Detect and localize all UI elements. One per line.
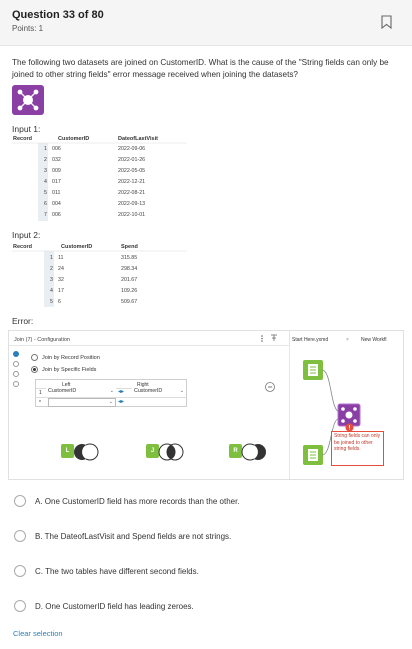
input1-cell: 2022-10-01 <box>118 212 146 218</box>
option-specific-fields: Join by Specific Fields <box>42 367 97 373</box>
radio-specific-fields[interactable] <box>31 366 38 373</box>
question-header: Question 33 of 80 Points: 1 <box>0 0 412 46</box>
join-fields-grid: Left Right 1 * CustomerID ⌄ ◂▸ CustomerID… <box>35 379 187 407</box>
error-note: String fields can only be joined to othe… <box>331 431 384 466</box>
row2-number: * <box>39 400 41 406</box>
data-icon[interactable] <box>13 371 19 377</box>
chevron-down-icon: ⌄ <box>109 388 114 394</box>
input1-table: Record CustomerID DateofLastVisit 1 006 … <box>12 135 187 228</box>
config-icon[interactable] <box>13 351 19 357</box>
radio-record-position[interactable] <box>31 354 38 361</box>
input1-cell: 006 <box>52 146 61 152</box>
tab-new-workflow[interactable]: New Workfl <box>361 337 386 343</box>
config-title: Join (7) - Configuration <box>14 337 70 343</box>
error-label: Error: <box>12 316 34 326</box>
input2-cell: 17 <box>58 288 64 294</box>
input1-cell: 017 <box>52 179 61 185</box>
right-output-tool[interactable]: R <box>229 442 269 462</box>
input2-header-customerid: CustomerID <box>61 244 93 250</box>
input1-cell: 2022-09-13 <box>118 201 146 207</box>
input1-header-customerid: CustomerID <box>58 136 90 142</box>
radio-d[interactable] <box>14 600 26 612</box>
left-field-value: CustomerID <box>48 388 77 394</box>
link-arrows-icon: ◂▸ <box>118 389 125 395</box>
answer-text-d: D. One CustomerID field has leading zero… <box>35 602 194 611</box>
radio-c[interactable] <box>14 565 26 577</box>
input2-cell: 201.67 <box>121 277 138 283</box>
right-field-select[interactable]: CustomerID ⌄ <box>132 388 186 397</box>
divider <box>9 345 289 346</box>
question-text: The following two datasets are joined on… <box>12 58 389 79</box>
input1-header-datelastvisit: DateofLastVisit <box>118 136 158 142</box>
input2-rownum: 2 <box>50 266 53 272</box>
bookmark-icon[interactable] <box>381 15 392 29</box>
right-field-value: CustomerID <box>134 388 163 394</box>
inner-venn-icon <box>158 443 184 461</box>
input2-label: Input 2: <box>12 230 41 240</box>
answer-text-a: A. One CustomerID field has more records… <box>35 497 240 506</box>
input2-rownum: 4 <box>50 288 53 294</box>
input1-rownum: 1 <box>44 146 47 152</box>
input1-cell: 2022-01-26 <box>118 157 146 163</box>
row1-number: 1 <box>39 390 42 396</box>
input1-header-record: Record <box>13 136 32 142</box>
input2-table: Record CustomerID Spend 1 11 315.85 2 24… <box>12 242 187 312</box>
question-points: Points: 1 <box>12 24 44 33</box>
input2-cell: 109.26 <box>121 288 138 294</box>
radio-b[interactable] <box>14 530 26 542</box>
input1-cell: 009 <box>52 168 61 174</box>
option-record-position: Join by Record Position <box>42 355 100 361</box>
input1-cell: 2022-09-06 <box>118 146 146 152</box>
input2-rownum: 5 <box>50 299 53 305</box>
input1-rownum: 5 <box>44 190 47 196</box>
toggle-options-icon[interactable] <box>264 381 276 393</box>
input1-rownum: 4 <box>44 179 47 185</box>
answer-text-c: C. The two tables have different second … <box>35 567 199 576</box>
input1-rownum: 6 <box>44 201 47 207</box>
input1-rownum: 3 <box>44 168 47 174</box>
input1-cell: 2022-12-21 <box>118 179 146 185</box>
radio-a[interactable] <box>14 495 26 507</box>
tab-start-here[interactable]: Start Here.yxmd <box>292 337 328 343</box>
join-output-tool[interactable]: J <box>146 442 186 462</box>
input1-rownum: 7 <box>44 212 47 218</box>
help-icon[interactable] <box>13 381 19 387</box>
chevron-down-icon: ⌄ <box>108 399 113 405</box>
panel-menu-icon[interactable] <box>259 334 281 342</box>
input2-header-record: Record <box>13 244 32 250</box>
input2-rownum: 1 <box>50 255 53 261</box>
input2-cell: 315.85 <box>121 255 138 261</box>
annotation-icon[interactable] <box>13 361 19 367</box>
clear-selection-link[interactable]: Clear selection <box>13 629 63 638</box>
close-tab-icon[interactable]: × <box>346 337 349 343</box>
left-output-tool[interactable]: L <box>61 442 101 462</box>
input2-cell: 24 <box>58 266 64 272</box>
input1-rownum: 2 <box>44 157 47 163</box>
input1-cell: 032 <box>52 157 61 163</box>
chevron-down-icon: ⌄ <box>179 388 184 394</box>
question-title: Question 33 of 80 <box>12 9 104 21</box>
input1-cell: 006 <box>52 212 61 218</box>
panel-divider <box>289 331 290 479</box>
input1-cell: 2022-05-05 <box>118 168 146 174</box>
input1-cell: 011 <box>52 190 61 196</box>
input2-cell: 11 <box>58 255 64 261</box>
input2-header-spend: Spend <box>121 244 138 250</box>
join-tool-icon <box>12 85 44 115</box>
input2-cell: 32 <box>58 277 64 283</box>
left-field-select[interactable]: CustomerID ⌄ <box>46 388 116 397</box>
input2-cell: 298.34 <box>121 266 138 272</box>
input2-rownum: 3 <box>50 277 53 283</box>
input2-cell: 6 <box>58 299 61 305</box>
input2-cell: 509.67 <box>121 299 138 305</box>
right-venn-icon <box>241 443 266 461</box>
input1-cell: 004 <box>52 201 61 207</box>
link-arrows-icon: ◂▸ <box>118 399 125 405</box>
answer-text-b: B. The DateofLastVisit and Spend fields … <box>35 532 232 541</box>
left-venn-icon <box>74 443 99 461</box>
new-left-field-select[interactable]: ⌄ <box>48 398 116 407</box>
input1-label: Input 1: <box>12 124 41 134</box>
input1-cell: 2022-08-21 <box>118 190 146 196</box>
